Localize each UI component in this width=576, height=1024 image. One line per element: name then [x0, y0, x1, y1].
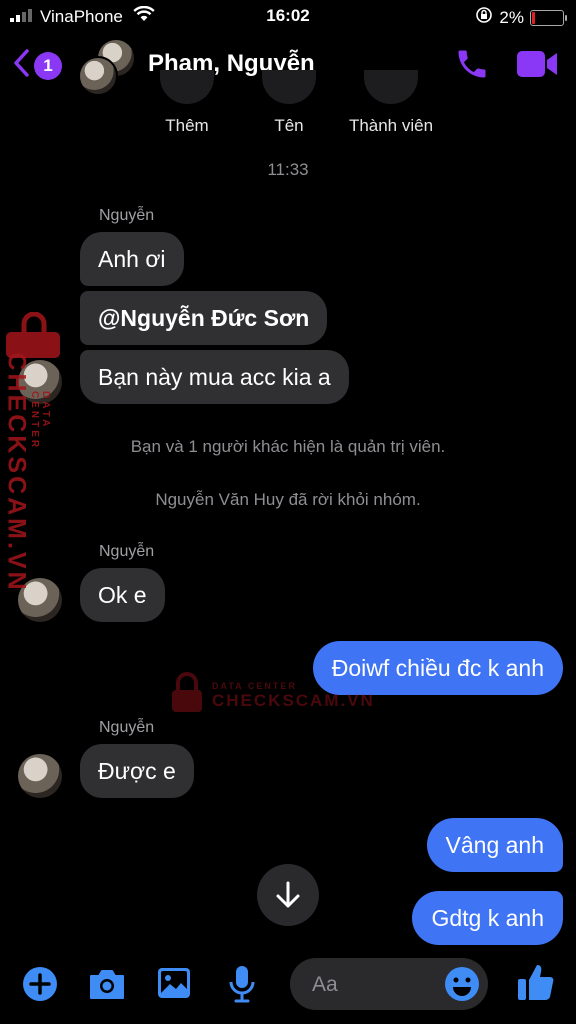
message-bubble-incoming[interactable]: Ok e [80, 568, 165, 622]
microphone-icon[interactable] [228, 964, 256, 1009]
watermark-side-brand: CHECKSCAM.VN [2, 352, 31, 593]
message-bubble-incoming[interactable]: Bạn này mua acc kia a [80, 350, 349, 404]
message-bubble-incoming[interactable]: Anh ơi [80, 232, 184, 286]
emoji-icon[interactable] [444, 966, 480, 1007]
system-message: Bạn và 1 người khác hiện là quản trị viê… [130, 437, 446, 456]
watermark-side-tag: DATA CENTER [29, 391, 51, 451]
plus-icon[interactable] [22, 966, 58, 1007]
name-button[interactable] [262, 70, 316, 104]
battery-percent: 2% [499, 7, 524, 27]
lock-icon [170, 672, 204, 719]
phone-icon[interactable] [454, 46, 490, 87]
scroll-to-bottom-button[interactable] [257, 864, 319, 926]
back-button[interactable]: 1 [12, 48, 62, 83]
message-bubble-outgoing[interactable]: Vâng anh [426, 818, 563, 872]
watermark-center: DATA CENTER CHECKSCAM.VN [170, 672, 375, 719]
action-label-members: Thành viên [348, 116, 434, 135]
camera-icon[interactable] [88, 968, 126, 1005]
sender-avatar[interactable] [18, 754, 62, 798]
video-call-icon[interactable] [516, 48, 558, 85]
sender-name: Nguyễn [99, 719, 155, 736]
unread-badge: 1 [34, 51, 62, 80]
watermark-brand: CHECKSCAM.VN [212, 690, 375, 710]
orientation-lock-icon [475, 6, 493, 29]
message-bubble-outgoing[interactable]: Gdtg k anh [412, 891, 563, 945]
thumbs-up-icon[interactable] [516, 962, 556, 1007]
thread-timestamp: 11:33 [267, 160, 309, 179]
message-bubble-mention[interactable]: @Nguyễn Đức Sơn [80, 291, 328, 345]
battery-status: 2% [475, 6, 567, 29]
system-message: Nguyễn Văn Huy đã rời khỏi nhóm. [155, 490, 421, 509]
chevron-left-icon [12, 48, 30, 83]
watermark-tag: DATA CENTER [212, 680, 297, 691]
arrow-down-icon [275, 880, 301, 915]
message-composer[interactable] [290, 958, 488, 1010]
group-avatar-2[interactable] [78, 56, 118, 96]
status-bar: VinaPhone 16:02 2% [0, 0, 576, 32]
sender-name: Nguyễn [99, 543, 155, 560]
sender-name: Nguyễn [99, 207, 155, 224]
gallery-icon[interactable] [156, 966, 192, 1005]
members-button[interactable] [364, 70, 418, 104]
battery-icon [530, 9, 567, 26]
message-input[interactable] [310, 970, 434, 1000]
add-member-button[interactable] [160, 70, 214, 104]
message-bubble-incoming[interactable]: Được e [80, 744, 194, 798]
